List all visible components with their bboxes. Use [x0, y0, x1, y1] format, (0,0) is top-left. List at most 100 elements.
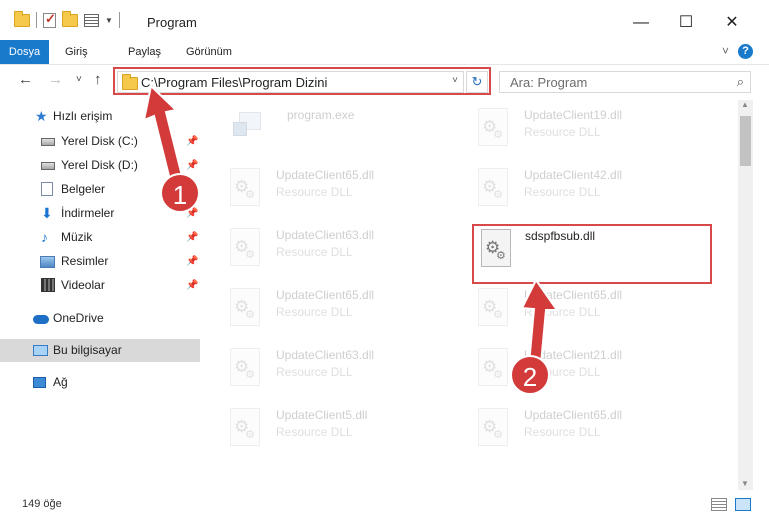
dll-file-icon	[230, 288, 264, 328]
music-icon: ♪	[41, 229, 48, 245]
properties-check-icon[interactable]	[43, 11, 56, 28]
search-placeholder: Ara: Program	[510, 75, 588, 90]
file-type: Resource DLL	[524, 305, 601, 319]
videos-icon	[41, 278, 55, 292]
pin-icon: 📌	[186, 256, 199, 267]
file-item[interactable]: UpdateClient19.dll Resource DLL	[478, 106, 678, 150]
star-icon: ★	[35, 108, 48, 124]
file-name: UpdateClient65.dll	[276, 168, 375, 182]
file-item[interactable]: UpdateClient63.dll Resource DLL	[230, 346, 430, 390]
quick-access-toolbar: ▼	[14, 10, 120, 28]
file-item[interactable]: UpdateClient65.dll Resource DLL	[478, 286, 678, 330]
file-type: Resource DLL	[276, 305, 353, 319]
vertical-scrollbar[interactable]: ▲ ▼	[738, 100, 753, 490]
scrollbar-thumb[interactable]	[740, 116, 751, 166]
help-icon[interactable]: ?	[738, 44, 753, 59]
file-name: UpdateClient63.dll	[276, 228, 375, 242]
file-name: program.exe	[287, 108, 355, 122]
pictures-icon	[40, 256, 55, 268]
status-bar: 149 öğe	[0, 490, 769, 530]
navigation-pane: ★ Hızlı erişim Yerel Disk (C:) 📌 Yerel D…	[0, 100, 205, 490]
scroll-down-icon[interactable]: ▼	[741, 479, 749, 488]
file-type: Resource DLL	[276, 245, 353, 259]
file-item[interactable]: UpdateClient42.dll Resource DLL	[478, 166, 678, 210]
sidebar-item-local-disk-c[interactable]: Yerel Disk (C:) 📌	[0, 130, 200, 153]
toolbar-divider	[36, 12, 37, 28]
ribbon-tabs: Dosya Giriş Paylaş Görünüm ˅ ?	[0, 40, 769, 65]
file-item[interactable]: UpdateClient5.dll Resource DLL	[230, 406, 430, 450]
dll-file-icon	[478, 348, 512, 388]
file-type: Resource DLL	[524, 425, 601, 439]
tab-view[interactable]: Görünüm	[176, 40, 242, 64]
sidebar-item-pictures[interactable]: Resimler 📌	[0, 250, 200, 273]
back-button[interactable]: ←	[18, 71, 33, 88]
tab-home[interactable]: Giriş	[55, 40, 98, 64]
pin-icon: 📌	[186, 280, 199, 291]
pin-icon: 📌	[186, 232, 199, 243]
pin-icon: 📌	[186, 136, 199, 147]
sidebar-item-label: OneDrive	[53, 311, 104, 325]
sidebar-item-label: Yerel Disk (C:)	[61, 134, 138, 148]
cloud-icon	[33, 315, 49, 324]
file-type: Resource DLL	[276, 425, 353, 439]
forward-button[interactable]: →	[48, 71, 63, 88]
up-button[interactable]: ↑	[94, 71, 102, 88]
file-item[interactable]: UpdateClient65.dll Resource DLL	[230, 286, 430, 330]
customize-toolbar-caret-icon[interactable]: ▼	[105, 16, 113, 25]
tab-file[interactable]: Dosya	[0, 40, 49, 64]
expand-ribbon-chevron-icon[interactable]: ˅	[722, 44, 729, 58]
file-name: UpdateClient19.dll	[524, 108, 623, 122]
file-item[interactable]: UpdateClient65.dll Resource DLL	[478, 406, 678, 450]
sidebar-item-quick-access[interactable]: ★ Hızlı erişim	[0, 105, 200, 128]
dll-file-icon	[230, 228, 264, 268]
computer-icon	[33, 345, 48, 356]
minimize-button[interactable]: —	[618, 8, 664, 38]
sidebar-item-label: Videolar	[61, 278, 105, 292]
sidebar-item-music[interactable]: ♪ Müzik 📌	[0, 226, 200, 249]
sidebar-item-label: Hızlı erişim	[53, 109, 113, 123]
sidebar-item-this-pc[interactable]: Bu bilgisayar	[0, 339, 200, 362]
file-name: UpdateClient65.dll	[524, 288, 623, 302]
scroll-up-icon[interactable]: ▲	[741, 100, 749, 109]
sidebar-item-local-disk-d[interactable]: Yerel Disk (D:) 📌	[0, 154, 200, 177]
sidebar-item-videos[interactable]: Videolar 📌	[0, 274, 200, 297]
dll-file-icon	[230, 408, 264, 448]
file-type: Resource DLL	[276, 365, 353, 379]
new-folder-icon[interactable]	[62, 10, 78, 27]
highlight-file-box	[472, 224, 712, 284]
drive-icon	[41, 162, 55, 170]
downloads-icon: ⬇	[41, 205, 53, 221]
folder-icon	[14, 10, 30, 27]
file-item[interactable]: UpdateClient63.dll Resource DLL	[230, 226, 430, 270]
details-view-icon[interactable]	[711, 498, 727, 511]
application-icon	[233, 108, 267, 148]
file-name: UpdateClient5.dll	[276, 408, 368, 422]
search-input[interactable]: Ara: Program ⌕	[499, 71, 751, 93]
network-icon	[33, 377, 46, 388]
maximize-button[interactable]: ☐	[663, 8, 709, 38]
file-type: Resource DLL	[524, 185, 601, 199]
highlight-address-box	[113, 67, 491, 95]
file-name: UpdateClient63.dll	[276, 348, 375, 362]
title-bar: ▼ Program — ☐ ✕	[0, 0, 769, 40]
properties-icon[interactable]	[84, 13, 99, 27]
recent-locations-button[interactable]: ˅	[76, 74, 82, 85]
step-marker-1: 1	[160, 173, 200, 213]
sidebar-item-onedrive[interactable]: OneDrive	[0, 307, 200, 330]
dll-file-icon	[478, 288, 512, 328]
sidebar-item-label: Bu bilgisayar	[53, 343, 122, 357]
tab-share[interactable]: Paylaş	[118, 40, 171, 64]
pin-icon: 📌	[186, 160, 199, 171]
sidebar-item-label: Yerel Disk (D:)	[61, 158, 138, 172]
drive-icon	[41, 138, 55, 146]
file-item[interactable]: UpdateClient21.dll Resource DLL	[478, 346, 678, 390]
title-divider	[118, 12, 120, 28]
large-icons-view-icon[interactable]	[735, 498, 751, 511]
sidebar-item-network[interactable]: Ağ	[0, 371, 200, 394]
file-item[interactable]: UpdateClient65.dll Resource DLL	[230, 166, 430, 210]
documents-icon	[41, 182, 53, 196]
dll-file-icon	[478, 408, 512, 448]
file-item-program-exe[interactable]: program.exe	[233, 106, 433, 150]
close-button[interactable]: ✕	[709, 8, 755, 38]
dll-file-icon	[230, 168, 264, 208]
